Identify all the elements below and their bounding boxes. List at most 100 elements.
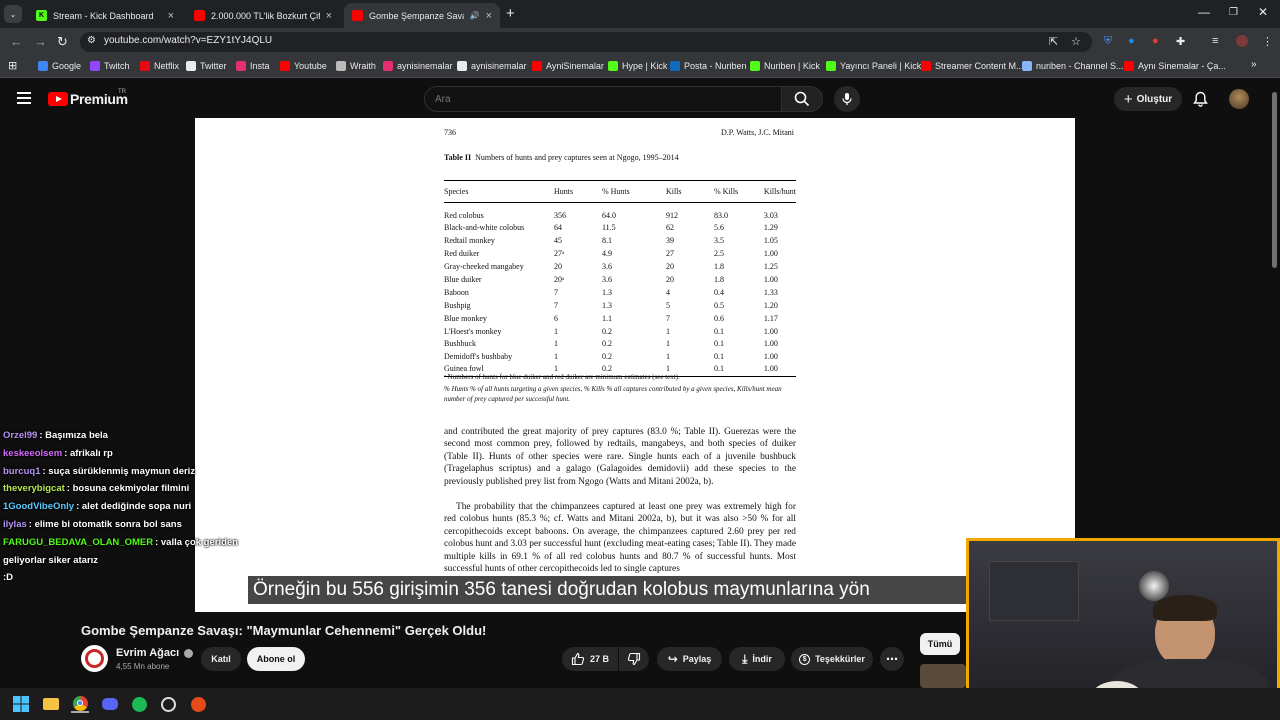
spotify-icon[interactable] bbox=[130, 695, 148, 713]
install-app-icon[interactable]: ⇱ bbox=[1049, 35, 1058, 48]
more-actions-button[interactable]: ⋯ bbox=[880, 647, 904, 671]
dislike-button[interactable] bbox=[619, 647, 649, 671]
bookmark-item[interactable]: Nuriben | Kick bbox=[750, 57, 820, 75]
bookmark-item[interactable]: Streamer Content M... bbox=[921, 57, 1024, 75]
vpn-extension-icon[interactable]: ● bbox=[1128, 35, 1135, 47]
filter-chip-all[interactable]: Tümü bbox=[920, 633, 960, 655]
chat-username[interactable]: theverybigcat bbox=[3, 483, 65, 494]
profile-avatar[interactable] bbox=[1236, 35, 1248, 47]
bookmark-item[interactable]: aynisinemalar bbox=[457, 57, 527, 75]
browser-tab[interactable]: K Stream - Kick Dashboard × bbox=[28, 3, 182, 28]
close-tab-icon[interactable]: × bbox=[326, 10, 332, 22]
minimize-icon[interactable]: — bbox=[1198, 5, 1210, 19]
table-cell: 7 bbox=[665, 313, 670, 323]
window-close-icon[interactable]: ✕ bbox=[1258, 5, 1268, 19]
bookmark-item[interactable]: Twitter bbox=[186, 57, 227, 75]
column-header: Hunts bbox=[553, 180, 602, 203]
plus-icon: + bbox=[1123, 90, 1133, 108]
file-explorer-icon[interactable] bbox=[42, 695, 60, 713]
bookmark-item[interactable]: nuriben - Channel S... bbox=[1022, 57, 1124, 75]
reload-icon[interactable]: ↻ bbox=[57, 34, 68, 50]
channel-avatar[interactable] bbox=[81, 645, 108, 672]
search-input[interactable] bbox=[425, 87, 765, 111]
bookmark-item[interactable]: Yayıncı Paneli | Kick bbox=[826, 57, 921, 75]
extensions-puzzle-icon[interactable]: ✚ bbox=[1176, 35, 1185, 48]
search-button[interactable] bbox=[781, 86, 823, 112]
chrome-icon[interactable] bbox=[71, 695, 89, 713]
close-tab-icon[interactable]: × bbox=[486, 10, 492, 22]
bookmark-item[interactable]: Hype | Kick bbox=[608, 57, 667, 75]
table-label: Table II bbox=[444, 153, 472, 162]
thanks-button[interactable]: $ Teşekkürler bbox=[791, 647, 873, 671]
create-button[interactable]: + Oluştur bbox=[1114, 87, 1182, 111]
bookmark-item[interactable]: Youtube bbox=[280, 57, 327, 75]
windows-start-icon[interactable] bbox=[12, 695, 30, 713]
join-button[interactable]: Katıl bbox=[201, 647, 241, 671]
forward-icon[interactable]: → bbox=[34, 34, 47, 49]
youtube-logo-icon[interactable] bbox=[48, 92, 68, 106]
chat-username[interactable]: Orzel99 bbox=[3, 430, 37, 441]
thumbs-down-icon bbox=[627, 652, 641, 666]
app-icon[interactable] bbox=[189, 695, 207, 713]
speaker-icon[interactable]: 🔊 bbox=[470, 11, 480, 20]
back-icon[interactable]: ← bbox=[10, 34, 23, 49]
discord-icon[interactable] bbox=[101, 695, 119, 713]
bookmark-item[interactable]: Wraith bbox=[336, 57, 376, 75]
browser-menu-icon[interactable]: ⋮ bbox=[1262, 35, 1273, 48]
hamburger-menu-icon[interactable] bbox=[17, 92, 31, 104]
download-button[interactable]: ⤓ İndir bbox=[729, 647, 785, 671]
bookmark-label: Twitter bbox=[200, 61, 227, 71]
maximize-icon[interactable]: ❐ bbox=[1229, 7, 1238, 18]
table-cell: 62 bbox=[665, 223, 674, 233]
search-box[interactable] bbox=[424, 86, 782, 112]
bookmark-star-icon[interactable]: ☆ bbox=[1071, 35, 1081, 48]
voice-search-button[interactable] bbox=[834, 86, 860, 112]
account-avatar[interactable] bbox=[1229, 89, 1249, 109]
browser-tab-active[interactable]: Gombe Şempanze Savaşı: " 🔊 × bbox=[344, 3, 500, 28]
subscribe-button[interactable]: Abone ol bbox=[247, 647, 305, 671]
download-label: İndir bbox=[752, 654, 772, 664]
more-bookmarks-icon[interactable]: » bbox=[1251, 59, 1257, 70]
chat-username[interactable]: FARUGU_BEDAVA_OLAN_OMER bbox=[3, 537, 153, 548]
page-scrollbar[interactable] bbox=[1272, 92, 1277, 268]
kick-icon bbox=[750, 61, 760, 71]
chat-username[interactable]: keskeeolsem bbox=[3, 448, 62, 459]
bookmark-item[interactable]: Twitch bbox=[90, 57, 130, 75]
kick-icon bbox=[826, 61, 836, 71]
google-icon bbox=[38, 61, 48, 71]
table-cell: 7 bbox=[553, 287, 558, 297]
chat-message: :D bbox=[3, 569, 243, 587]
notifications-bell-icon[interactable] bbox=[1193, 91, 1208, 112]
bookmark-item[interactable]: Netflix bbox=[140, 57, 179, 75]
url-text[interactable]: youtube.com/watch?v=EZY1tYJ4QLU bbox=[104, 35, 272, 46]
apps-grid-icon[interactable]: ⊞ bbox=[8, 59, 17, 72]
share-button[interactable]: ↪ Paylaş bbox=[657, 647, 722, 671]
bookmark-item[interactable]: AyniSinemalar bbox=[532, 57, 604, 75]
shield-extension-icon[interactable]: ⛨ bbox=[1104, 35, 1112, 48]
chat-message: geliyorlar siker atarız bbox=[3, 552, 243, 570]
browser-tab[interactable]: 2.000.000 TL'lik Bozkurt Çiftliği × bbox=[186, 3, 340, 28]
chat-username[interactable]: ilylas bbox=[3, 519, 27, 530]
chat-username[interactable]: 1GoodVibeOnly bbox=[3, 501, 74, 512]
instagram-icon bbox=[236, 61, 246, 71]
bookmark-item[interactable]: aynisinemalar bbox=[383, 57, 453, 75]
obs-icon[interactable] bbox=[159, 695, 177, 713]
table-caption-line: Table II Numbers of hunts and prey captu… bbox=[444, 153, 679, 162]
bookmark-item[interactable]: Google bbox=[38, 57, 81, 75]
youtube-icon bbox=[280, 61, 290, 71]
bookmark-item[interactable]: Aynı Sinemalar - Ça... bbox=[1124, 57, 1226, 75]
bookmark-item[interactable]: Insta bbox=[236, 57, 270, 75]
recommendation-thumbnail[interactable] bbox=[920, 664, 966, 688]
table-cell: Redtail monkey bbox=[444, 236, 495, 246]
close-tab-icon[interactable]: × bbox=[168, 10, 174, 22]
media-controls-icon[interactable]: ≡ bbox=[1212, 35, 1218, 47]
channel-name[interactable]: Evrim Ağacı bbox=[116, 647, 194, 659]
record-extension-icon[interactable]: ● bbox=[1152, 35, 1159, 47]
tab-search-button[interactable]: ⌄ bbox=[4, 5, 22, 23]
site-info-icon[interactable]: ⚙ bbox=[87, 35, 96, 46]
like-button[interactable]: 27 B bbox=[562, 647, 618, 671]
chat-text: : suça sürüklenmiş maymun deriz bbox=[42, 465, 196, 477]
chat-username[interactable]: burcuq1 bbox=[3, 466, 40, 477]
new-tab-button[interactable]: + bbox=[506, 5, 515, 22]
bookmark-item[interactable]: Posta - Nuriben bbox=[670, 57, 747, 75]
